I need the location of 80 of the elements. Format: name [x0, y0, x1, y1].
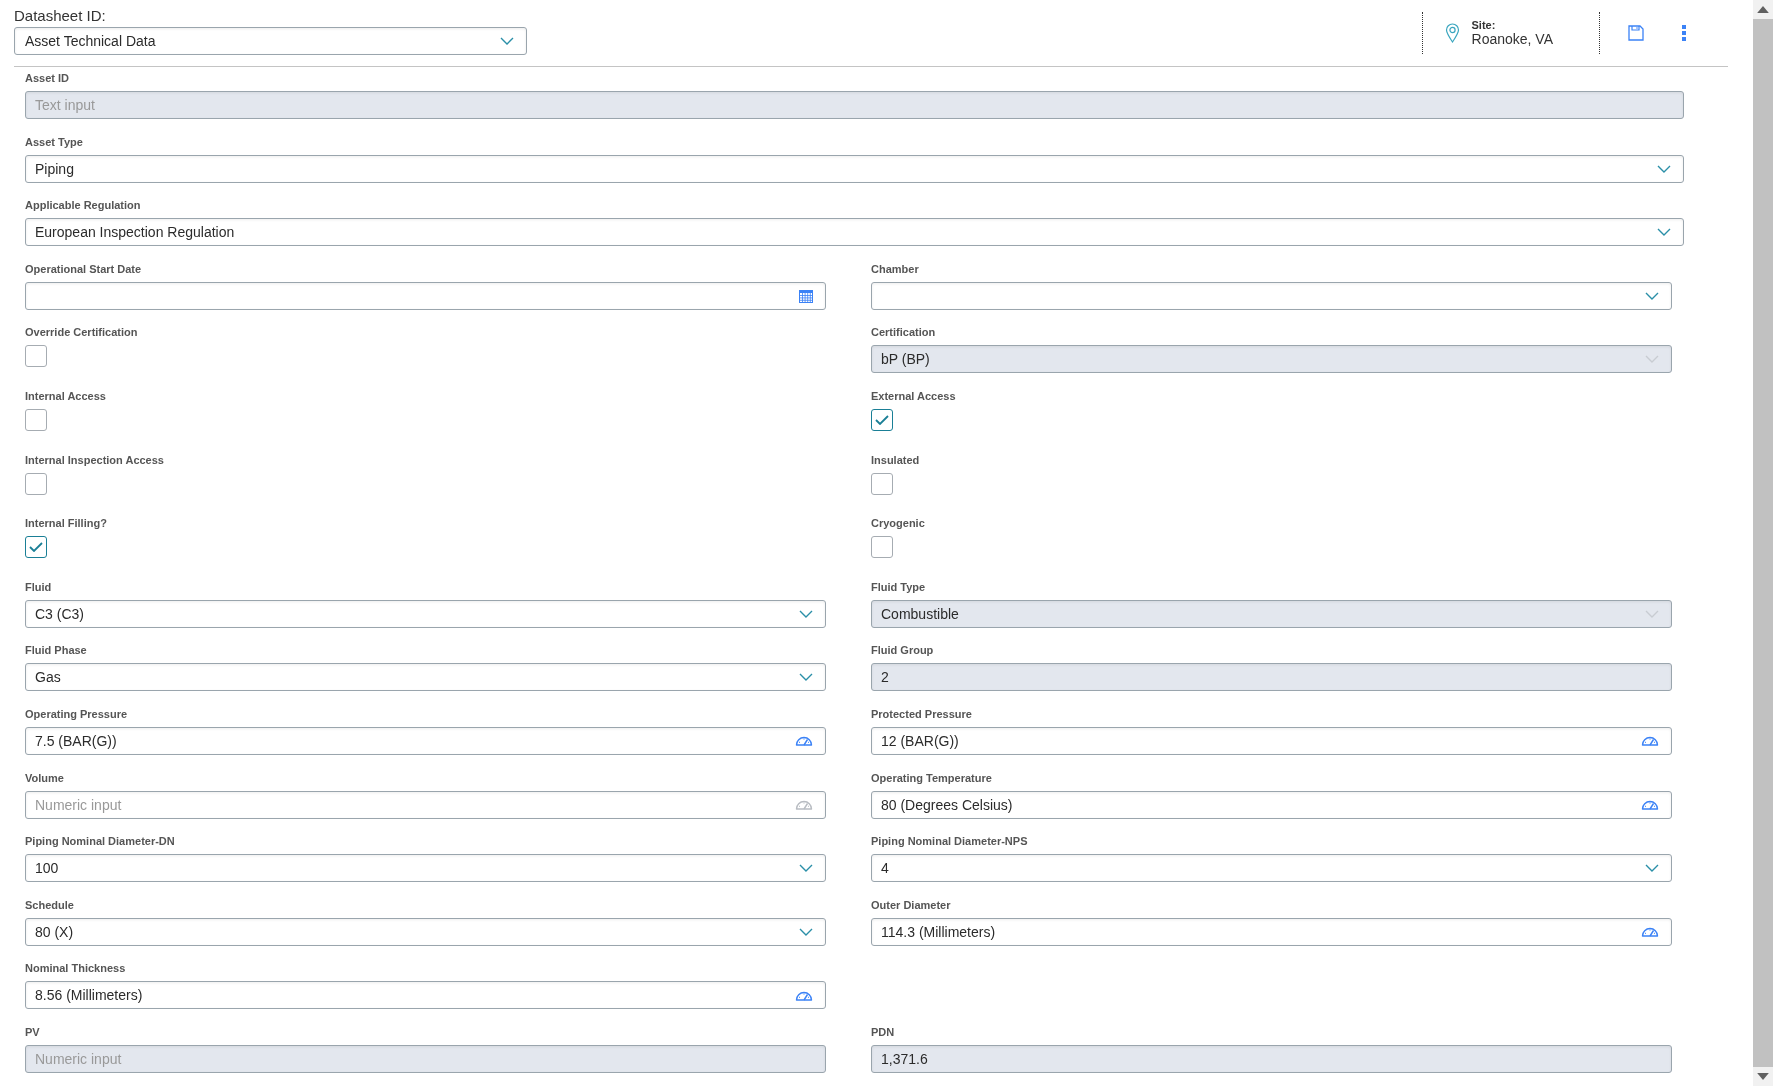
scroll-down-icon[interactable]	[1757, 1073, 1769, 1080]
field-label: Schedule	[25, 898, 75, 912]
numeric-field[interactable]: 7.5 (BAR(G))	[25, 726, 826, 755]
dropdown[interactable]: C3 (C3)	[25, 599, 826, 628]
checkmark-icon	[875, 414, 889, 425]
checkbox[interactable]	[25, 536, 47, 559]
dropdown[interactable]: Gas	[25, 663, 826, 692]
field-label: Operating Temperature	[871, 771, 993, 785]
gauge-icon	[795, 989, 813, 1001]
field-label: Fluid Phase	[25, 644, 88, 658]
field-label: Internal Filling?	[25, 517, 108, 531]
field-label: Internal Inspection Access	[25, 453, 165, 467]
site-label: Site:	[1471, 19, 1497, 31]
field-label: External Access	[871, 389, 957, 403]
field-label: Operational Start Date	[25, 262, 143, 276]
dropdown[interactable]: 80 (X)	[25, 917, 826, 946]
dropdown[interactable]: 4	[871, 854, 1672, 883]
numeric-field[interactable]: 8.56 (Millimeters)	[25, 981, 826, 1010]
save-button[interactable]	[1626, 23, 1646, 43]
gauge-icon	[795, 735, 813, 747]
checkbox[interactable]	[871, 536, 893, 559]
chevron-down-icon	[1645, 609, 1659, 618]
location-pin-icon	[1444, 23, 1460, 43]
field-label: Fluid Type	[871, 580, 927, 594]
dropdown[interactable]: Piping	[25, 154, 1684, 183]
numeric-field[interactable]: 114.3 (Millimeters)	[871, 917, 1672, 946]
dropdown[interactable]	[871, 281, 1672, 310]
field-label: Operating Pressure	[25, 707, 129, 721]
field-label: Piping Nominal Diameter-DN	[25, 835, 176, 849]
checkbox[interactable]	[871, 472, 893, 495]
calendar-icon	[799, 288, 813, 303]
date-field[interactable]	[25, 281, 826, 310]
scroll-up-icon[interactable]	[1757, 6, 1769, 13]
checkbox[interactable]	[25, 472, 47, 495]
chevron-down-icon	[1645, 291, 1659, 300]
field-label: Internal Access	[25, 389, 107, 403]
field-label: Volume	[25, 771, 65, 785]
field-label: Asset ID	[25, 72, 71, 85]
field-label: PDN	[871, 1025, 896, 1039]
checkbox[interactable]	[25, 408, 47, 431]
field-label: Fluid	[25, 580, 53, 594]
chevron-down-icon	[1657, 228, 1671, 237]
checkbox[interactable]	[25, 345, 47, 368]
checkbox[interactable]	[871, 408, 893, 431]
chevron-down-icon	[500, 37, 514, 45]
field-label: Outer Diameter	[871, 898, 952, 912]
more-options-button[interactable]	[1680, 23, 1688, 43]
field-label: Certification	[871, 326, 937, 340]
datasheet-dropdown[interactable]: Asset Technical Data	[14, 27, 527, 55]
chevron-down-icon	[1645, 355, 1659, 364]
field-label: Protected Pressure	[871, 707, 973, 721]
field-label: Applicable Regulation	[25, 199, 142, 213]
field-label: Piping Nominal Diameter-NPS	[871, 835, 1029, 849]
numeric-field[interactable]: 80 (Degrees Celsius)	[871, 790, 1672, 819]
gauge-icon	[1641, 799, 1659, 811]
chevron-down-icon	[1657, 164, 1671, 173]
field-label: Nominal Thickness	[25, 962, 127, 976]
gauge-icon	[1641, 926, 1659, 938]
chevron-down-icon	[1645, 864, 1659, 873]
chevron-down-icon	[799, 609, 813, 618]
dropdown[interactable]: European Inspection Regulation	[25, 218, 1684, 247]
field-label: Chamber	[871, 262, 920, 276]
field-label: Asset Type	[25, 135, 84, 149]
kebab-menu-icon	[1682, 25, 1686, 41]
save-icon	[1628, 25, 1644, 41]
gauge-icon	[1641, 735, 1659, 747]
field-label: Override Certification	[25, 326, 139, 340]
checkmark-icon	[29, 542, 43, 553]
chevron-down-icon	[799, 864, 813, 873]
datasheet-label: Datasheet ID:	[14, 7, 107, 25]
chevron-down-icon	[799, 673, 813, 682]
gauge-icon	[795, 799, 813, 811]
dropdown[interactable]: 100	[25, 854, 826, 883]
field-label: Cryogenic	[871, 517, 926, 531]
chevron-down-icon	[799, 927, 813, 936]
site-value: Roanoke, VA	[1471, 31, 1553, 47]
numeric-field[interactable]: 12 (BAR(G))	[871, 726, 1672, 755]
field-label: Fluid Group	[871, 644, 935, 658]
field-label: Insulated	[871, 453, 921, 467]
field-label: PV	[25, 1025, 41, 1039]
